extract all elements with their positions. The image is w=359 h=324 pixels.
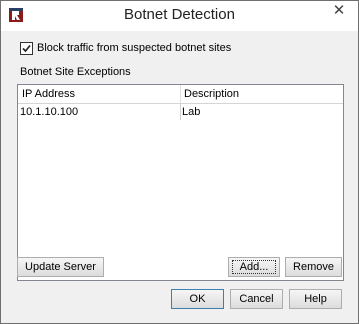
remove-button[interactable]: Remove	[285, 257, 342, 277]
table-row[interactable]: 10.1.10.100 Lab	[18, 104, 343, 120]
ok-button[interactable]: OK	[171, 289, 224, 309]
block-traffic-option[interactable]: Block traffic from suspected botnet site…	[20, 41, 231, 55]
ip-address-cell[interactable]: 10.1.10.100	[18, 104, 181, 120]
checkmark-icon	[22, 44, 31, 52]
update-server-button[interactable]: Update Server	[17, 257, 104, 277]
column-header-ip-address[interactable]: IP Address	[18, 85, 181, 103]
description-cell[interactable]: Lab	[181, 104, 341, 120]
block-traffic-label[interactable]: Block traffic from suspected botnet site…	[37, 42, 231, 54]
title-bar: Botnet Detection ✕	[1, 1, 358, 31]
close-icon[interactable]: ✕	[328, 2, 350, 20]
botnet-detection-dialog: Botnet Detection ✕ Block traffic from su…	[0, 0, 359, 324]
cancel-button[interactable]: Cancel	[230, 289, 283, 309]
dialog-content: Block traffic from suspected botnet site…	[1, 31, 358, 323]
exceptions-section-label: Botnet Site Exceptions	[20, 66, 131, 78]
add-button[interactable]: Add...	[228, 257, 280, 277]
focus-indicator	[232, 260, 276, 274]
list-header: IP Address Description	[18, 85, 343, 104]
block-traffic-checkbox[interactable]	[20, 41, 33, 55]
exceptions-list[interactable]: IP Address Description 10.1.10.100 Lab	[17, 84, 344, 281]
dialog-title: Botnet Detection	[124, 6, 235, 23]
column-header-description[interactable]: Description	[181, 85, 341, 103]
help-button[interactable]: Help	[289, 289, 342, 309]
